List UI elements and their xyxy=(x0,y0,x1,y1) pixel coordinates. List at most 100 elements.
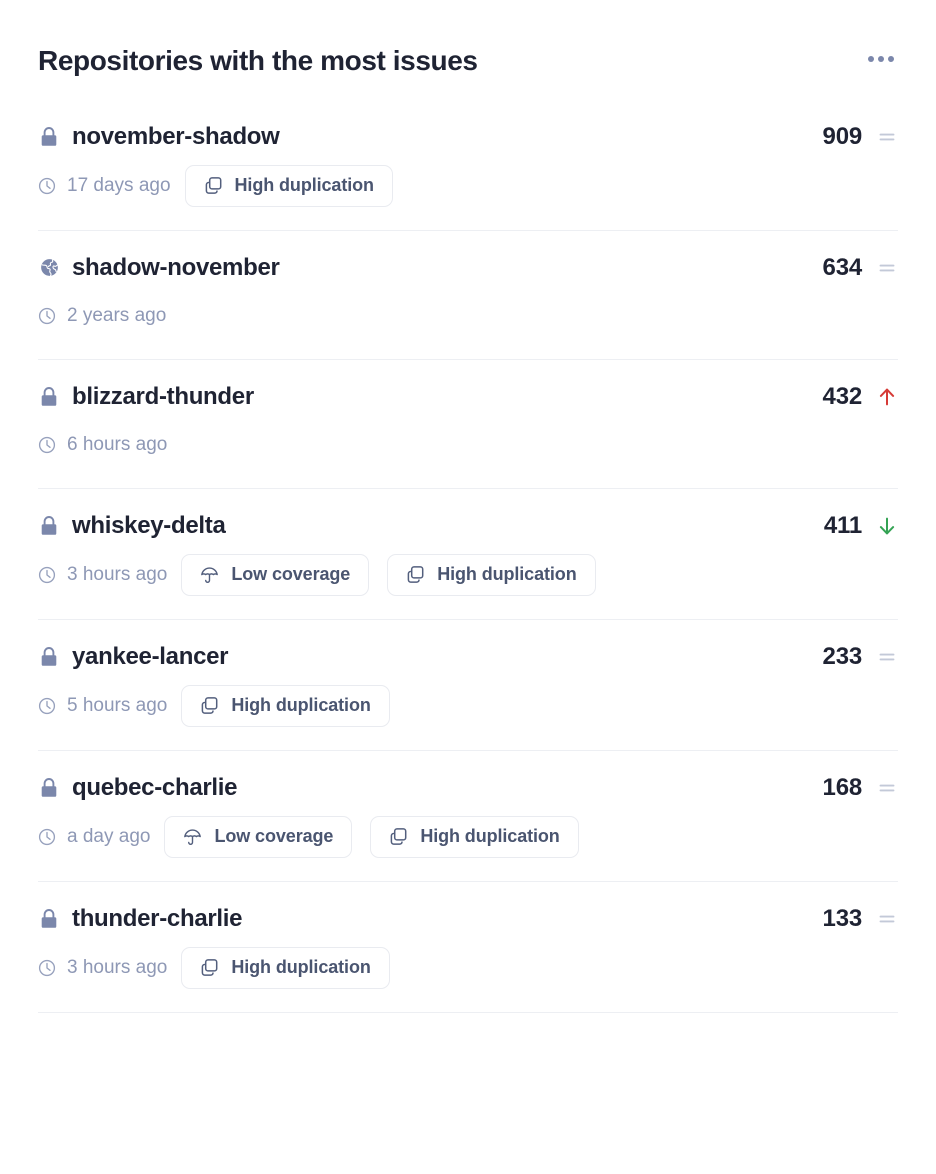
lock-icon xyxy=(38,646,60,668)
lock-icon xyxy=(38,908,60,930)
menu-dot xyxy=(888,56,894,62)
repository-updated: 3 hours ago xyxy=(38,564,167,586)
repository-name[interactable]: whiskey-delta xyxy=(72,512,226,540)
repository-meta-line: 5 hours ago High duplication xyxy=(38,684,780,727)
repository-row[interactable]: thunder-charlie 3 hours ago High duplicati… xyxy=(38,904,898,1013)
repository-updated-text: 3 hours ago xyxy=(67,563,168,585)
status-badge[interactable]: High duplication xyxy=(181,946,390,989)
status-badge[interactable]: High duplication xyxy=(181,684,390,727)
menu-dot xyxy=(868,56,874,62)
repository-meta-line: 3 hours ago High duplication xyxy=(38,946,780,989)
repository-meta-line: 2 years ago xyxy=(38,296,780,336)
repository-badges: Low coverage High duplication xyxy=(181,553,596,596)
repository-meta-line: 17 days ago High duplication xyxy=(38,164,780,207)
repository-meta-line: 6 hours ago xyxy=(38,425,780,465)
repository-metric: 411 xyxy=(780,511,898,541)
repository-name-line: whiskey-delta xyxy=(38,511,780,541)
equals-icon xyxy=(876,257,898,279)
repository-row[interactable]: quebec-charlie a day ago Low coverage High … xyxy=(38,773,898,882)
repository-meta-line: a day ago Low coverage High duplication xyxy=(38,815,780,858)
status-badge[interactable]: Low coverage xyxy=(164,815,353,858)
repository-name[interactable]: yankee-lancer xyxy=(72,643,229,671)
repository-updated-text: 17 days ago xyxy=(67,174,171,196)
lock-icon xyxy=(38,386,60,408)
clock-icon xyxy=(38,436,56,454)
status-badge[interactable]: High duplication xyxy=(370,815,579,858)
repository-metric: 634 xyxy=(780,253,898,283)
repositories-most-issues-card: Repositories with the most issues novemb… xyxy=(0,0,936,1174)
repository-row[interactable]: whiskey-delta 3 hours ago Low coverage High… xyxy=(38,511,898,620)
clock-icon xyxy=(38,828,56,846)
page-title: Repositories with the most issues xyxy=(38,45,478,76)
repository-name[interactable]: shadow-november xyxy=(72,254,280,282)
repository-list: november-shadow 17 days ago High duplicati… xyxy=(38,122,898,1013)
repository-updated: a day ago xyxy=(38,826,150,848)
repository-row[interactable]: yankee-lancer 5 hours ago High duplication… xyxy=(38,642,898,751)
repository-name-line: quebec-charlie xyxy=(38,773,780,803)
repository-meta-line: 3 hours ago Low coverage High duplication xyxy=(38,553,780,596)
repository-name-line: thunder-charlie xyxy=(38,904,780,934)
repository-row[interactable]: blizzard-thunder 6 hours ago 432 xyxy=(38,382,898,489)
issue-count: 909 xyxy=(822,122,863,150)
umbrella-icon xyxy=(200,565,219,584)
copy-icon xyxy=(200,696,219,715)
repository-updated: 6 hours ago xyxy=(38,434,167,456)
repository-metric: 168 xyxy=(780,773,898,803)
arrow-down-icon xyxy=(876,515,898,537)
status-badge-label: Low coverage xyxy=(231,564,351,585)
card-header: Repositories with the most issues xyxy=(38,0,898,78)
repository-updated-text: a day ago xyxy=(67,825,151,847)
repository-metric: 432 xyxy=(780,382,898,412)
lock-icon xyxy=(38,777,60,799)
repository-updated-text: 3 hours ago xyxy=(67,956,168,978)
repository-updated: 2 years ago xyxy=(38,305,166,327)
status-badge[interactable]: Low coverage xyxy=(181,553,370,596)
issue-count: 233 xyxy=(822,642,863,670)
lock-icon xyxy=(38,126,60,148)
copy-icon xyxy=(204,176,223,195)
status-badge-label: High duplication xyxy=(437,564,577,585)
repository-details: thunder-charlie 3 hours ago High duplicati… xyxy=(38,904,780,989)
repository-name[interactable]: thunder-charlie xyxy=(72,905,243,933)
repository-metric: 133 xyxy=(780,904,898,934)
equals-icon xyxy=(876,908,898,930)
repository-badges: High duplication xyxy=(181,684,390,727)
repository-details: blizzard-thunder 6 hours ago xyxy=(38,382,780,465)
clock-icon xyxy=(38,959,56,977)
status-badge[interactable]: High duplication xyxy=(184,164,393,207)
clock-icon xyxy=(38,697,56,715)
repository-name-line: blizzard-thunder xyxy=(38,382,780,412)
issue-count: 168 xyxy=(822,773,863,801)
repository-updated-text: 5 hours ago xyxy=(67,694,168,716)
repository-updated: 17 days ago xyxy=(38,175,171,197)
status-badge-label: High duplication xyxy=(231,957,371,978)
clock-icon xyxy=(38,307,56,325)
issue-count: 411 xyxy=(823,511,862,539)
status-badge-label: Low coverage xyxy=(214,826,334,847)
repository-name-line: yankee-lancer xyxy=(38,642,780,672)
repository-updated: 5 hours ago xyxy=(38,695,167,717)
repository-name[interactable]: quebec-charlie xyxy=(72,774,238,802)
repository-updated-text: 6 hours ago xyxy=(67,433,168,455)
equals-icon xyxy=(876,777,898,799)
clock-icon xyxy=(38,566,56,584)
status-badge-label: High duplication xyxy=(420,826,560,847)
repository-metric: 233 xyxy=(780,642,898,672)
ellipsis-horizontal-icon[interactable] xyxy=(864,48,898,70)
repository-row[interactable]: november-shadow 17 days ago High duplicati… xyxy=(38,122,898,231)
issue-count: 432 xyxy=(822,382,863,410)
repository-row[interactable]: shadow-november 2 years ago 634 xyxy=(38,253,898,360)
repository-updated: 3 hours ago xyxy=(38,957,167,979)
equals-icon xyxy=(876,646,898,668)
repository-details: quebec-charlie a day ago Low coverage High … xyxy=(38,773,780,858)
repository-name[interactable]: november-shadow xyxy=(72,123,280,151)
status-badge[interactable]: High duplication xyxy=(387,553,596,596)
repository-badges: High duplication xyxy=(184,164,393,207)
repository-updated-text: 2 years ago xyxy=(67,304,167,326)
copy-icon xyxy=(389,827,408,846)
repository-badges: Low coverage High duplication xyxy=(164,815,579,858)
copy-icon xyxy=(200,958,219,977)
repository-details: yankee-lancer 5 hours ago High duplication xyxy=(38,642,780,727)
repository-details: shadow-november 2 years ago xyxy=(38,253,780,336)
repository-name[interactable]: blizzard-thunder xyxy=(72,383,254,411)
